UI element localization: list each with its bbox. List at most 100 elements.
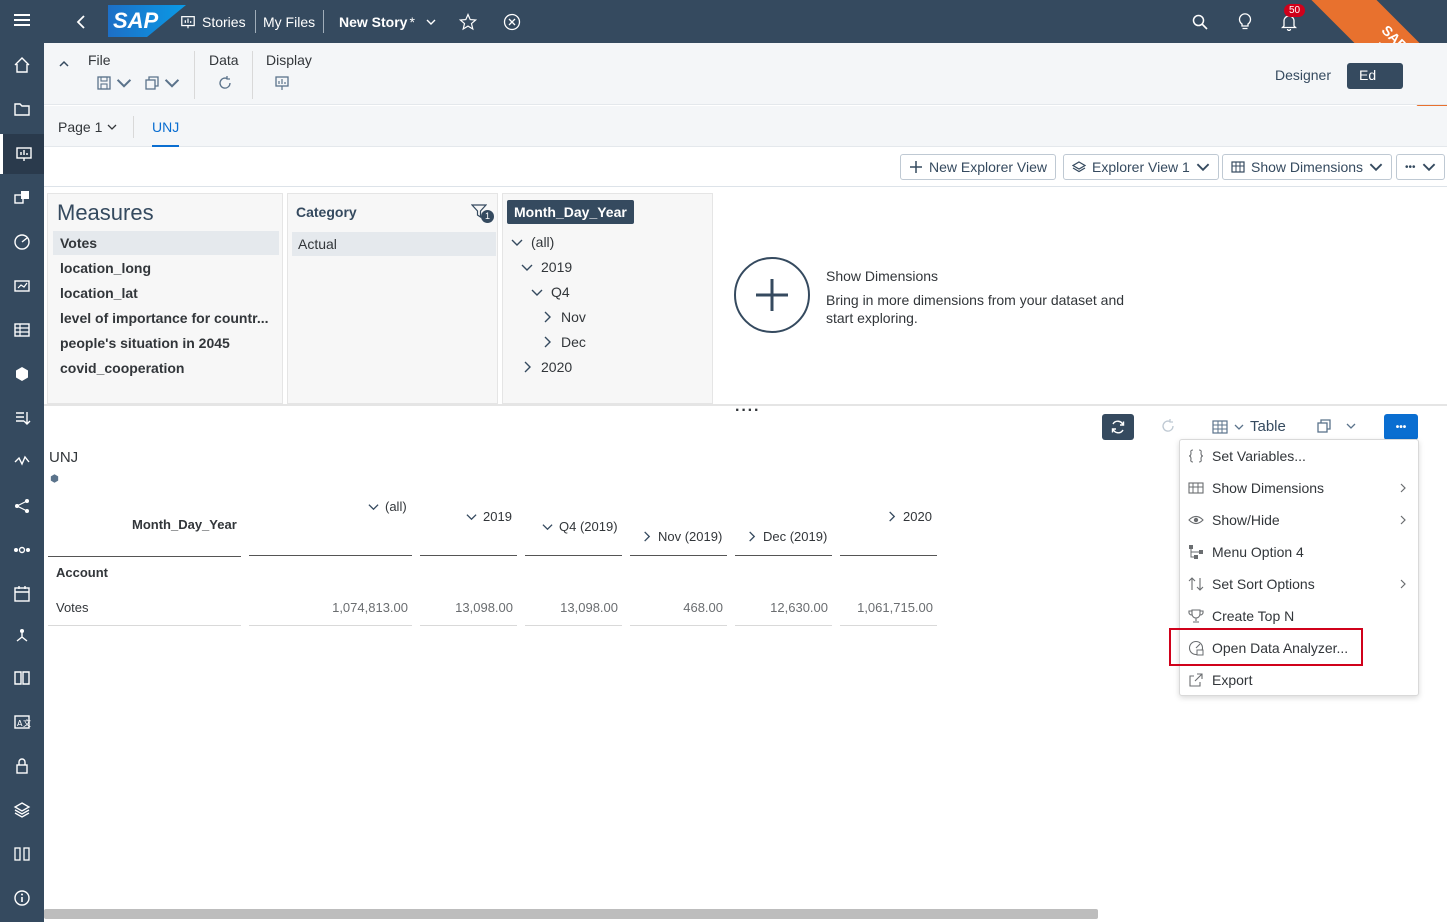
breadcrumb-myfiles[interactable]: My Files <box>263 0 315 43</box>
measure-item[interactable]: location_long <box>53 256 279 280</box>
table-cell[interactable]: 468.00 <box>630 600 723 615</box>
analytic-app-icon[interactable] <box>0 178 44 218</box>
export-icon <box>1187 671 1205 689</box>
filter-icon[interactable]: 1 <box>470 203 494 223</box>
info-icon[interactable] <box>0 878 44 918</box>
menu-item-set-sort-options[interactable]: Set Sort Options <box>1180 568 1418 600</box>
new-explorer-view-button[interactable]: New Explorer View <box>900 154 1057 180</box>
close-story-icon[interactable] <box>503 0 521 43</box>
table-cell[interactable]: 13,098.00 <box>525 600 618 615</box>
measure-item[interactable]: level of importance for countr... <box>53 306 279 330</box>
auto-refresh-button[interactable] <box>1102 414 1134 440</box>
copy-button[interactable] <box>144 75 180 91</box>
refresh-data-button[interactable] <box>217 75 233 91</box>
lightbulb-icon[interactable] <box>1237 0 1253 43</box>
column-header-2019[interactable]: 2019 <box>466 509 512 524</box>
row-label-votes[interactable]: Votes <box>56 600 89 615</box>
resize-handle[interactable]: ···· <box>735 402 760 420</box>
add-dimension-button[interactable] <box>734 257 810 333</box>
divider <box>194 51 195 99</box>
data-group-label: Data <box>209 52 239 68</box>
table-type-select[interactable]: Table <box>1212 418 1286 435</box>
chevron-down-icon <box>426 19 436 25</box>
tab-page-1[interactable]: Page 1 <box>58 119 117 135</box>
menu-item-label: Show/Hide <box>1212 512 1280 528</box>
folder-icon[interactable] <box>0 89 44 129</box>
digital-boardroom-icon[interactable] <box>0 266 44 306</box>
present-button[interactable] <box>274 75 290 91</box>
measure-item[interactable]: covid_cooperation <box>53 356 279 380</box>
tree-node-dec[interactable]: Dec <box>541 331 586 353</box>
security-lock-icon[interactable] <box>0 746 44 786</box>
deployment-icon[interactable] <box>0 790 44 830</box>
edit-button[interactable]: Ed <box>1347 63 1403 89</box>
column-header-q4-2019[interactable]: Q4 (2019) <box>542 519 618 534</box>
org-chart-icon[interactable] <box>0 616 44 656</box>
measures-title: Measures <box>57 200 154 225</box>
workflow-icon[interactable] <box>0 530 44 570</box>
month-day-year-title[interactable]: Month_Day_Year <box>507 200 634 224</box>
calendar-icon[interactable] <box>0 574 44 614</box>
tree-node-all[interactable]: (all) <box>511 231 554 253</box>
tree-node-label: 2019 <box>541 259 573 275</box>
menu-item-label: Menu Option 4 <box>1212 544 1304 560</box>
explorer-more-button[interactable]: ••• <box>1396 154 1445 180</box>
tree-node-2019[interactable]: 2019 <box>521 256 572 278</box>
tree-node-q4[interactable]: Q4 <box>531 281 570 303</box>
explorer-toolbar: New Explorer View Explorer View 1 Show D… <box>44 147 1447 187</box>
home-icon[interactable] <box>0 45 44 85</box>
system-icon[interactable] <box>0 834 44 874</box>
tree-node-nov[interactable]: Nov <box>541 306 586 328</box>
column-header-all[interactable]: (all) <box>368 499 407 514</box>
chevron-right-icon <box>544 336 551 348</box>
show-dimensions-button[interactable]: Show Dimensions <box>1222 154 1393 180</box>
explorer-view-label: Explorer View 1 <box>1092 159 1190 175</box>
refresh-icon[interactable] <box>1160 418 1176 437</box>
designer-button[interactable]: Designer <box>1275 67 1331 83</box>
explorer-view-select[interactable]: Explorer View 1 <box>1063 154 1219 180</box>
row-divider <box>525 625 622 626</box>
category-item[interactable]: Actual <box>292 232 496 256</box>
column-header-nov-2019[interactable]: Nov (2019) <box>641 529 722 544</box>
data-models-icon[interactable] <box>0 354 44 394</box>
menu-item-set-variables[interactable]: Set Variables... <box>1180 440 1418 472</box>
menu-item-export[interactable]: Export <box>1180 664 1418 696</box>
horizontal-scrollbar[interactable] <box>44 909 1098 919</box>
menu-icon[interactable] <box>0 0 44 40</box>
column-header-2020[interactable]: 2020 <box>886 509 932 524</box>
data-analyzer-icon[interactable] <box>0 222 44 262</box>
tab-page-1-label: Page 1 <box>58 119 103 135</box>
data-import-icon[interactable] <box>0 398 44 438</box>
table-icon <box>1212 419 1228 434</box>
search-icon[interactable] <box>1192 0 1208 43</box>
save-button[interactable] <box>96 75 132 91</box>
breadcrumb-stories-label: Stories <box>202 13 246 30</box>
favorite-star-icon[interactable] <box>459 0 477 43</box>
translation-icon[interactable]: A文 <box>0 702 44 742</box>
more-actions-button[interactable]: ••• <box>1384 414 1418 440</box>
table-cell[interactable]: 1,061,715.00 <box>840 600 933 615</box>
menu-item-show-dimensions[interactable]: Show Dimensions <box>1180 472 1418 504</box>
measure-item[interactable]: location_lat <box>53 281 279 305</box>
back-icon[interactable] <box>74 0 88 43</box>
collapse-toolbar-icon[interactable] <box>58 57 70 73</box>
table-cell[interactable]: 1,074,813.00 <box>249 600 408 615</box>
connections-icon[interactable] <box>0 486 44 526</box>
measure-item[interactable]: Votes <box>53 231 279 255</box>
table-cell[interactable]: 13,098.00 <box>420 600 513 615</box>
stories-icon[interactable] <box>0 134 44 174</box>
plus-icon <box>910 161 922 173</box>
tree-node-2020[interactable]: 2020 <box>521 356 572 378</box>
breadcrumb-stories[interactable]: Stories <box>180 0 246 43</box>
copy-widget-button[interactable] <box>1316 418 1356 434</box>
modeler-icon[interactable] <box>0 310 44 350</box>
tab-unj[interactable]: UNJ <box>152 119 180 147</box>
menu-item-show-hide[interactable]: Show/Hide <box>1180 504 1418 536</box>
story-title[interactable]: New Story * <box>339 0 437 43</box>
book-icon[interactable] <box>0 658 44 698</box>
column-header-dec-2019[interactable]: Dec (2019) <box>746 529 827 544</box>
menu-item-option-4[interactable]: Menu Option 4 <box>1180 536 1418 568</box>
measure-item[interactable]: people's situation in 2045 <box>53 331 279 355</box>
table-cell[interactable]: 12,630.00 <box>735 600 828 615</box>
predictive-icon[interactable] <box>0 442 44 482</box>
